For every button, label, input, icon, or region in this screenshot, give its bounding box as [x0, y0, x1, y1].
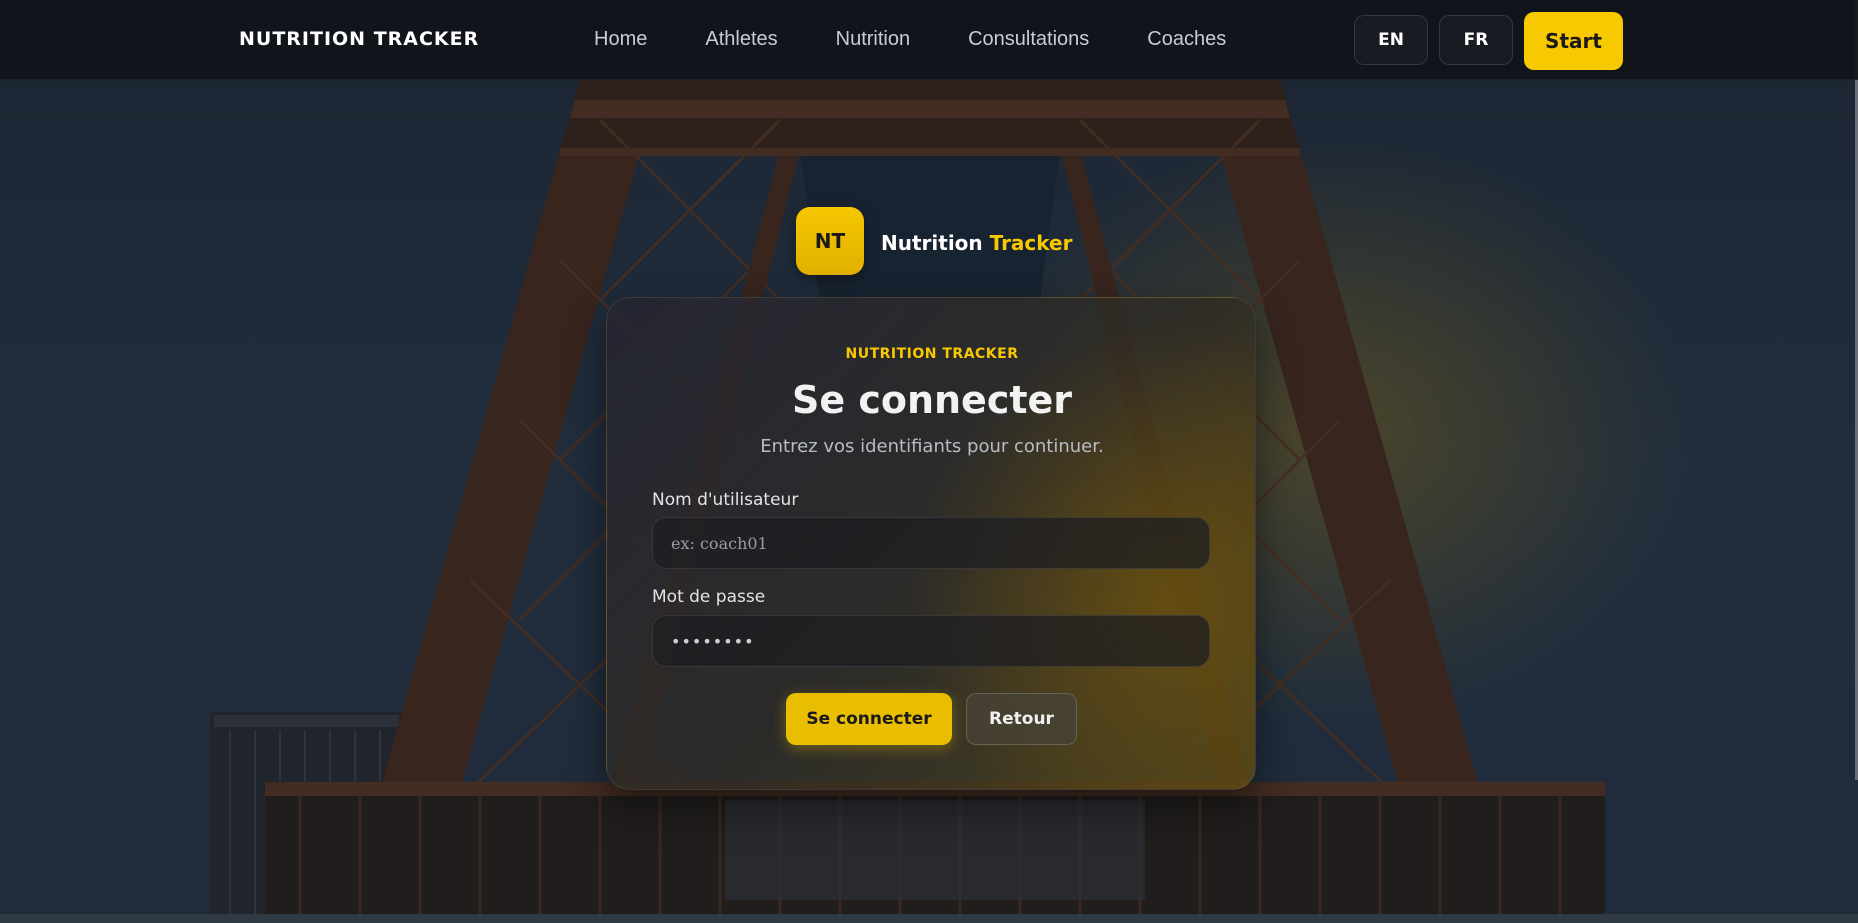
username-label: Nom d'utilisateur: [652, 490, 799, 510]
card-title: Se connecter: [791, 378, 1073, 422]
nav-links: Home Athletes Nutrition Consultations Co…: [594, 28, 1284, 51]
logo-badge: NT: [796, 207, 864, 275]
bottom-bar: [0, 914, 1858, 923]
brand-title[interactable]: NUTRITION TRACKER: [239, 28, 479, 50]
nav-link-nutrition[interactable]: Nutrition: [836, 28, 910, 51]
login-card: NUTRITION TRACKER Se connecter Entrez vo…: [606, 297, 1256, 790]
password-input[interactable]: [652, 615, 1210, 667]
nav-link-home[interactable]: Home: [594, 28, 647, 51]
logo-name-part2: Tracker: [989, 231, 1073, 255]
language-en-button[interactable]: EN: [1354, 15, 1428, 65]
username-input[interactable]: [652, 517, 1210, 569]
login-button[interactable]: Se connecter: [786, 693, 952, 745]
logo-name-part1: Nutrition: [881, 231, 983, 255]
back-button[interactable]: Retour: [966, 693, 1077, 745]
nav-link-consultations[interactable]: Consultations: [968, 28, 1089, 51]
password-label: Mot de passe: [652, 587, 766, 607]
nav-link-coaches[interactable]: Coaches: [1147, 28, 1226, 51]
card-kicker: NUTRITION TRACKER: [845, 346, 1019, 362]
card-subtitle: Entrez vos identifiants pour continuer.: [760, 436, 1104, 457]
top-navbar: NUTRITION TRACKER Home Athletes Nutritio…: [0, 0, 1858, 80]
start-button[interactable]: Start: [1524, 12, 1623, 70]
logo-name: Nutrition Tracker: [881, 231, 1072, 255]
nav-link-athletes[interactable]: Athletes: [705, 28, 777, 51]
language-fr-button[interactable]: FR: [1439, 15, 1513, 65]
